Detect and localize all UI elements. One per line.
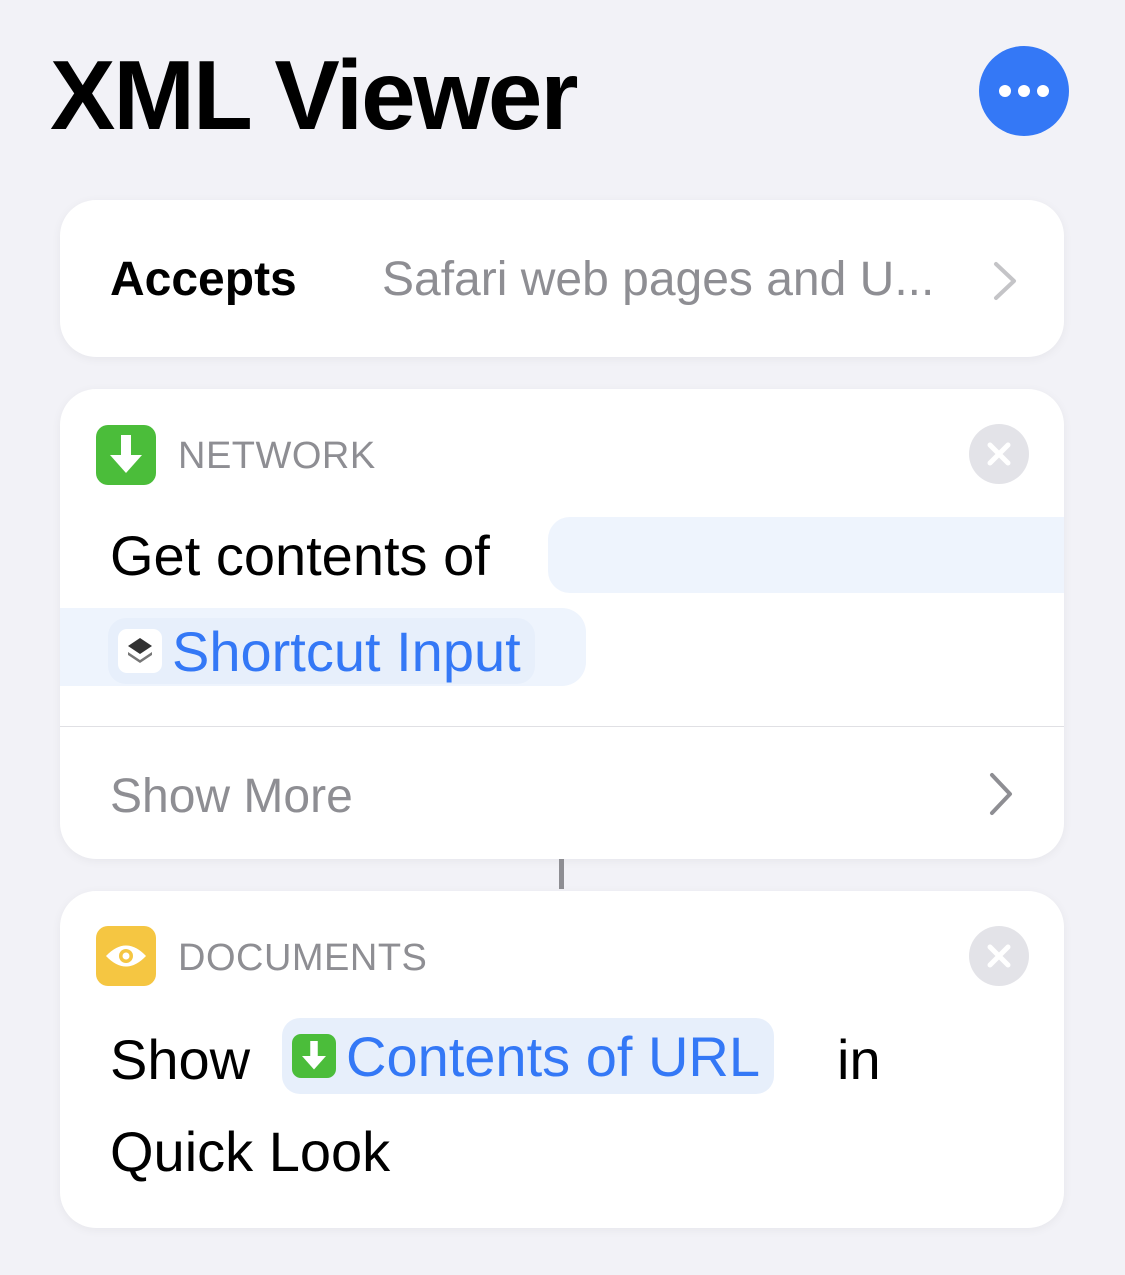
url-field[interactable] — [548, 517, 1064, 593]
chevron-right-icon — [990, 773, 1012, 815]
close-icon[interactable] — [969, 424, 1029, 484]
token-label: Contents of URL — [346, 1024, 760, 1088]
token-label: Shortcut Input — [172, 619, 521, 683]
more-options-button[interactable] — [979, 46, 1069, 136]
action-text-suffix: in — [837, 1028, 881, 1091]
chevron-right-icon — [994, 262, 1016, 300]
ellipsis-dot — [1018, 85, 1030, 97]
accepts-row[interactable]: Accepts Safari web pages and U... — [60, 200, 1064, 357]
contents-of-url-token[interactable]: Contents of URL — [282, 1018, 774, 1094]
shortcut-input-token[interactable]: Shortcut Input — [108, 618, 535, 684]
category-label: DOCUMENTS — [178, 937, 428, 979]
page-title: XML Viewer — [50, 40, 579, 150]
action-text-line2: Quick Look — [110, 1120, 391, 1183]
eye-icon — [96, 926, 156, 986]
divider — [60, 726, 1064, 727]
action-show-quick-look[interactable]: DOCUMENTS Show Contents of URL in Quick … — [60, 891, 1064, 1228]
category-label: NETWORK — [178, 435, 376, 477]
close-icon[interactable] — [969, 926, 1029, 986]
show-more-button[interactable]: Show More — [110, 769, 353, 824]
accepts-label: Accepts — [110, 253, 297, 306]
action-connector — [559, 859, 564, 889]
action-text: Show — [110, 1028, 251, 1091]
accepts-value: Safari web pages and U... — [382, 253, 935, 306]
download-arrow-icon — [96, 425, 156, 485]
action-text: Get contents of — [110, 524, 490, 587]
download-arrow-icon — [292, 1034, 336, 1078]
shortcuts-icon — [118, 629, 162, 673]
ellipsis-dot — [1037, 85, 1049, 97]
action-get-contents[interactable]: NETWORK Get contents of Shortcut Input S… — [60, 389, 1064, 859]
ellipsis-icon — [999, 85, 1011, 97]
